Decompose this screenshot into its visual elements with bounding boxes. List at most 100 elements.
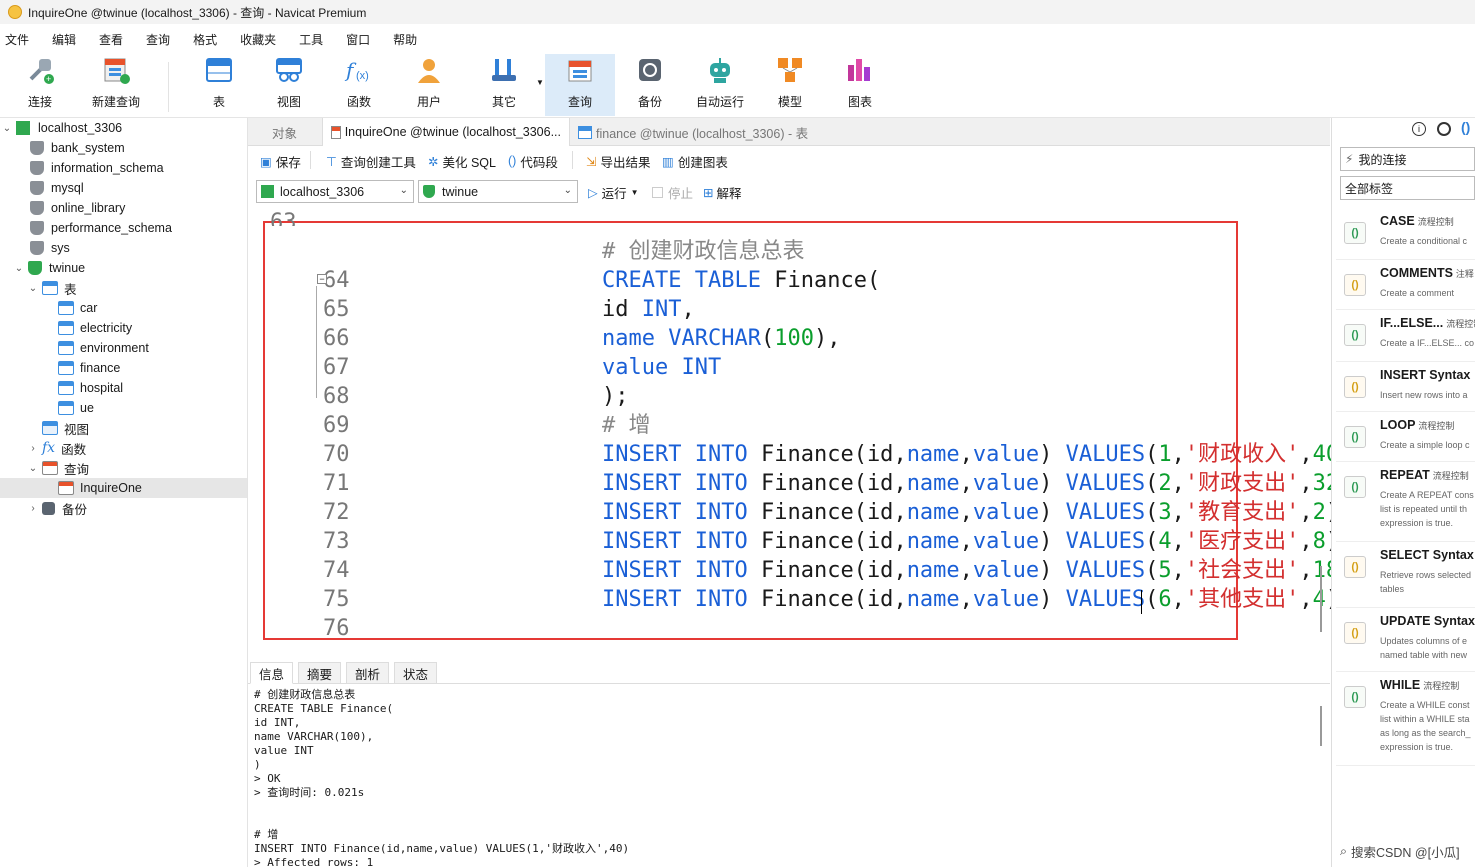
all-tags-select[interactable]: 全部标签 <box>1340 176 1475 200</box>
tab-finance-table[interactable]: finance @twinue (localhost_3306) - 表 <box>570 118 820 146</box>
menu-format[interactable]: 格式 <box>188 31 229 48</box>
tree-table-electricity[interactable]: electricity <box>58 318 132 338</box>
eye-icon[interactable] <box>1437 122 1451 136</box>
snippet-icon: () <box>1344 222 1366 244</box>
snippet-comments[interactable]: () COMMENTS 注释 Create a comment <box>1336 260 1475 310</box>
tab-status[interactable]: 状态 <box>394 662 438 684</box>
tree-table-car[interactable]: car <box>58 298 97 318</box>
run-button[interactable]: ▷ 运行 ▼ <box>588 183 639 202</box>
model-button[interactable]: 模型 <box>768 54 812 116</box>
menu-edit[interactable]: 编辑 <box>47 31 88 48</box>
chevron-down-icon[interactable]: ⌄ <box>2 123 12 134</box>
table-icon <box>58 401 74 415</box>
menu-window[interactable]: 窗口 <box>341 31 382 48</box>
snippet-search[interactable]: ⌕ 搜索 CSDN @[小瓜] <box>1340 842 1460 861</box>
snippet-icon: () <box>1344 426 1366 448</box>
connection-select[interactable]: localhost_3306 ⌄ <box>256 180 414 203</box>
chevron-down-icon[interactable]: ⌄ <box>28 283 38 294</box>
function-button[interactable]: f (x) 函数 <box>338 54 380 116</box>
fold-guide <box>316 286 326 398</box>
tree-table-environment[interactable]: environment <box>58 338 149 358</box>
menu-bar: 文件 编辑 查看 查询 格式 收藏夹 工具 窗口 帮助 <box>0 28 1475 50</box>
tree-table-finance[interactable]: finance <box>58 358 120 378</box>
code-snippet-button[interactable]: () 代码段 <box>504 152 558 171</box>
autorun-button[interactable]: 自动运行 <box>694 54 746 116</box>
snippet-repeat[interactable]: () REPEAT 流程控制 Create A REPEAT cons list i… <box>1336 462 1475 542</box>
snippet-icon: () <box>1344 476 1366 498</box>
navigation-sidebar: ⌄ localhost_3306 bank_system information… <box>0 118 248 867</box>
chevron-right-icon[interactable]: › <box>28 503 38 514</box>
query-button[interactable]: 查询 <box>545 54 615 116</box>
output-line: > Affected rows: 1 <box>254 856 374 867</box>
tab-info[interactable]: 信息 <box>250 662 294 684</box>
chevron-right-icon[interactable]: › <box>28 443 38 454</box>
info-icon[interactable]: i <box>1412 122 1426 136</box>
snippet-insert[interactable]: () INSERT Syntax Insert new rows into a <box>1336 362 1475 412</box>
tab-profile[interactable]: 剖析 <box>346 662 390 684</box>
connect-button[interactable]: + 连接 <box>18 54 62 116</box>
tree-db-sys[interactable]: sys <box>30 238 70 258</box>
save-button[interactable]: ▣ 保存 <box>256 152 301 171</box>
tab-summary[interactable]: 摘要 <box>298 662 342 684</box>
tree-views-group[interactable]: 视图 <box>42 418 89 438</box>
new-query-button[interactable]: 新建查询 <box>88 54 144 116</box>
dropdown-arrow-icon[interactable]: ▼ <box>631 188 639 197</box>
tree-db-twinue[interactable]: ⌄ twinue <box>14 258 85 278</box>
menu-tools[interactable]: 工具 <box>294 31 335 48</box>
table-button[interactable]: 表 <box>198 54 240 116</box>
tree-db-bank_system[interactable]: bank_system <box>30 138 125 158</box>
stop-button[interactable]: 停止 <box>652 183 693 202</box>
menu-query[interactable]: 查询 <box>141 31 182 48</box>
menu-view[interactable]: 查看 <box>94 31 135 48</box>
tree-connection[interactable]: ⌄ localhost_3306 <box>2 118 122 138</box>
tree-db-online_library[interactable]: online_library <box>30 198 125 218</box>
editor-line-64: 64 # 创建财政信息总表 <box>322 239 805 293</box>
tree-db-information_schema[interactable]: information_schema <box>30 158 164 178</box>
query-builder-button[interactable]: ⊤ 查询创建工具 <box>322 152 416 171</box>
create-chart-button[interactable]: ▥ 创建图表 <box>658 152 728 171</box>
tree-backups-group[interactable]: › 备份 <box>28 498 87 518</box>
dropdown-arrow-icon[interactable]: ▼ <box>536 78 544 87</box>
menu-favorites[interactable]: 收藏夹 <box>235 31 288 48</box>
beautify-sql-button[interactable]: ✲ 美化 SQL <box>424 152 496 171</box>
menu-file[interactable]: 文件 <box>0 31 41 48</box>
tree-db-performance_schema[interactable]: performance_schema <box>30 218 172 238</box>
chevron-down-icon[interactable]: ⌄ <box>14 263 24 274</box>
tab-inquireone[interactable]: InquireOne @twinue (localhost_3306... <box>322 118 570 146</box>
explain-button[interactable]: ⊞ 解释 <box>703 183 742 202</box>
braces-icon[interactable]: () <box>1461 119 1470 135</box>
snippet-if-else[interactable]: () IF...ELSE...流程控制 Create a IF...ELSE..… <box>1336 310 1475 362</box>
tree-table-hospital[interactable]: hospital <box>58 378 123 398</box>
fold-toggle-icon[interactable]: − <box>317 274 327 284</box>
chart-button[interactable]: 图表 <box>838 54 882 116</box>
table-icon <box>42 281 58 295</box>
play-icon: ▷ <box>588 186 598 200</box>
database-select[interactable]: twinue ⌄ <box>418 180 578 203</box>
tree-queries-group[interactable]: ⌄ 查询 <box>28 458 89 478</box>
snippet-icon: () <box>1344 686 1366 708</box>
snippet-loop[interactable]: () LOOP 流程控制 Create a simple loop c <box>1336 412 1475 462</box>
tree-table-ue[interactable]: ue <box>58 398 94 418</box>
view-button[interactable]: 视图 <box>268 54 310 116</box>
tree-functions-group[interactable]: › fx 函数 <box>28 438 86 458</box>
tree-tables-group[interactable]: ⌄ 表 <box>28 278 77 298</box>
other-button[interactable]: 其它 <box>482 54 526 116</box>
watermark-text: CSDN @[小瓜] <box>1376 846 1460 860</box>
snippet-case[interactable]: () CASE 流程控制 Create a conditional c <box>1336 208 1475 260</box>
output-scrollbar[interactable] <box>1320 706 1322 746</box>
snippet-while[interactable]: () WHILE 流程控制 Create a WHILE const list wi… <box>1336 672 1475 766</box>
menu-help[interactable]: 帮助 <box>388 31 429 48</box>
backup-button[interactable]: 备份 <box>628 54 672 116</box>
tree-query-inquireone[interactable]: InquireOne <box>0 478 247 498</box>
user-button[interactable]: 用户 <box>408 54 450 116</box>
snippet-update[interactable]: () UPDATE Syntax Updates columns of e nam… <box>1336 608 1475 672</box>
chevron-down-icon[interactable]: ⌄ <box>28 463 38 474</box>
export-results-button[interactable]: ⇲ 导出结果 <box>582 152 651 171</box>
editor-scrollbar[interactable] <box>1320 566 1322 632</box>
save-icon: ▣ <box>260 154 272 169</box>
text-cursor <box>1141 590 1142 614</box>
snippet-select[interactable]: () SELECT Syntax Retrieve rows selected t… <box>1336 542 1475 608</box>
snippet-icon: () <box>1344 556 1366 578</box>
my-connections-select[interactable]: ⚡ 我的连接 <box>1340 147 1475 171</box>
tree-db-mysql[interactable]: mysql <box>30 178 84 198</box>
